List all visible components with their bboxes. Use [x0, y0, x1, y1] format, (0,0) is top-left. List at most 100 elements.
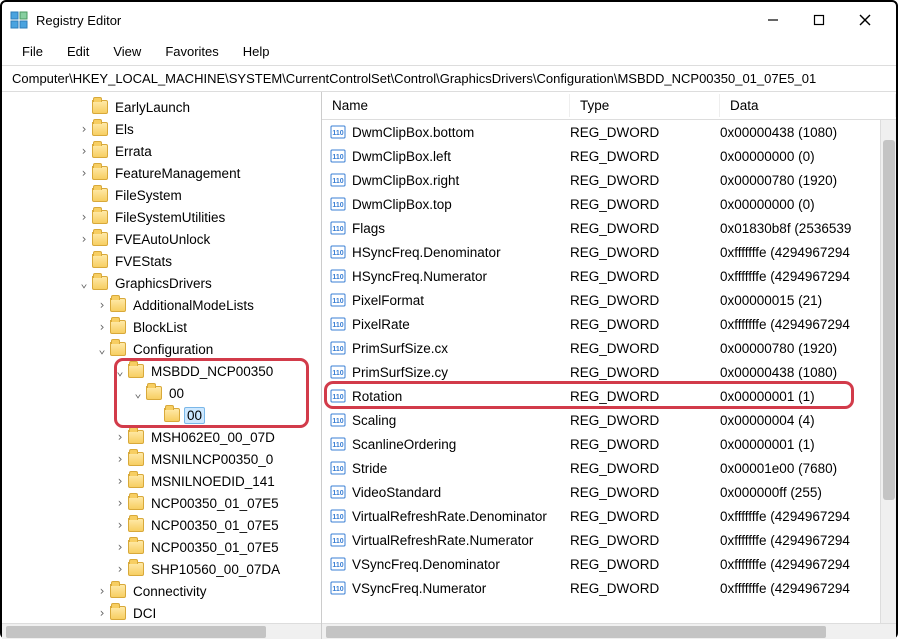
folder-icon [110, 320, 126, 334]
tree-item[interactable]: ›DCI [2, 602, 321, 623]
tree-item-label: 00 [166, 385, 187, 402]
column-data[interactable]: Data [720, 94, 896, 117]
value-row[interactable]: 110PixelFormatREG_DWORD0x00000015 (21) [322, 288, 896, 312]
tree-item[interactable]: ›AdditionalModeLists [2, 294, 321, 316]
expand-icon[interactable]: › [112, 562, 128, 576]
expand-icon[interactable]: › [76, 122, 92, 136]
tree-item[interactable]: ›Els [2, 118, 321, 140]
value-data: 0xfffffffe (4294967294 [720, 533, 896, 548]
minimize-button[interactable] [750, 4, 796, 36]
address-bar[interactable]: Computer\HKEY_LOCAL_MACHINE\SYSTEM\Curre… [2, 66, 896, 92]
value-row[interactable]: 110DwmClipBox.leftREG_DWORD0x00000000 (0… [322, 144, 896, 168]
tree-item[interactable]: ⌄GraphicsDrivers [2, 272, 321, 294]
tree-item[interactable]: ›MSH062E0_00_07D [2, 426, 321, 448]
column-name[interactable]: Name [322, 94, 570, 117]
tree-item[interactable]: ⌄Configuration [2, 338, 321, 360]
values-hscroll[interactable] [322, 623, 896, 639]
value-row[interactable]: 110DwmClipBox.bottomREG_DWORD0x00000438 … [322, 120, 896, 144]
value-row[interactable]: 110VSyncFreq.DenominatorREG_DWORD0xfffff… [322, 552, 896, 576]
tree-item[interactable]: ⌄ 00 [2, 382, 321, 404]
expand-icon[interactable]: › [112, 518, 128, 532]
value-row[interactable]: 110HSyncFreq.NumeratorREG_DWORD0xfffffff… [322, 264, 896, 288]
value-name: Flags [352, 221, 385, 236]
value-row[interactable]: 110VideoStandardREG_DWORD0x000000ff (255… [322, 480, 896, 504]
value-row[interactable]: 110StrideREG_DWORD0x00001e00 (7680) [322, 456, 896, 480]
value-row[interactable]: 110HSyncFreq.DenominatorREG_DWORD0xfffff… [322, 240, 896, 264]
menu-help[interactable]: Help [231, 40, 282, 63]
value-row[interactable]: 110PrimSurfSize.cyREG_DWORD0x00000438 (1… [322, 360, 896, 384]
expand-icon[interactable]: › [94, 606, 110, 620]
menu-favorites[interactable]: Favorites [153, 40, 230, 63]
registry-tree[interactable]: EarlyLaunch›Els›Errata›FeatureManagement… [2, 92, 321, 623]
value-name: PrimSurfSize.cx [352, 341, 448, 356]
expand-icon[interactable]: › [76, 166, 92, 180]
value-row[interactable]: 110ScalingREG_DWORD0x00000004 (4) [322, 408, 896, 432]
value-row[interactable]: 110DwmClipBox.rightREG_DWORD0x00000780 (… [322, 168, 896, 192]
value-name: ScanlineOrdering [352, 437, 456, 452]
tree-hscroll[interactable] [2, 623, 321, 639]
tree-item[interactable]: ›MSNILNOEDID_141 [2, 470, 321, 492]
expand-icon[interactable]: › [112, 540, 128, 554]
value-row[interactable]: 110VSyncFreq.NumeratorREG_DWORD0xfffffff… [322, 576, 896, 600]
expand-icon[interactable]: › [76, 144, 92, 158]
tree-item[interactable]: ›MSNILNCP00350_0 [2, 448, 321, 470]
expand-icon[interactable]: › [94, 584, 110, 598]
tree-item[interactable]: ⌄MSBDD_NCP00350 [2, 360, 321, 382]
value-row[interactable]: 110FlagsREG_DWORD0x01830b8f (2536539 [322, 216, 896, 240]
value-row[interactable]: 110VirtualRefreshRate.DenominatorREG_DWO… [322, 504, 896, 528]
tree-item[interactable]: ›SHP10560_00_07DA [2, 558, 321, 580]
svg-text:110: 110 [332, 442, 343, 449]
values-list[interactable]: 110DwmClipBox.bottomREG_DWORD0x00000438 … [322, 120, 896, 600]
value-name: DwmClipBox.top [352, 197, 452, 212]
value-row[interactable]: 110PixelRateREG_DWORD0xfffffffe (4294967… [322, 312, 896, 336]
tree-item[interactable]: ›Errata [2, 140, 321, 162]
collapse-icon[interactable]: ⌄ [76, 276, 92, 290]
tree-item[interactable]: › FeatureManagement [2, 162, 321, 184]
close-button[interactable] [842, 4, 888, 36]
expand-icon[interactable]: › [94, 298, 110, 312]
svg-text:110: 110 [332, 466, 343, 473]
value-row[interactable]: 110DwmClipBox.topREG_DWORD0x00000000 (0) [322, 192, 896, 216]
column-type[interactable]: Type [570, 94, 720, 117]
value-name: PixelFormat [352, 293, 424, 308]
expand-icon[interactable]: › [76, 232, 92, 246]
value-row[interactable]: 110ScanlineOrderingREG_DWORD0x00000001 (… [322, 432, 896, 456]
tree-item[interactable]: ›NCP00350_01_07E5 [2, 514, 321, 536]
collapse-icon[interactable]: ⌄ [94, 342, 110, 356]
value-row[interactable]: 110PrimSurfSize.cxREG_DWORD0x00000780 (1… [322, 336, 896, 360]
folder-icon [128, 364, 144, 378]
folder-icon [92, 276, 108, 290]
folder-icon [110, 298, 126, 312]
value-data: 0x00000001 (1) [720, 389, 896, 404]
value-name: VideoStandard [352, 485, 441, 500]
tree-item[interactable]: 00 [2, 404, 321, 426]
value-row[interactable]: 110VirtualRefreshRate.NumeratorREG_DWORD… [322, 528, 896, 552]
collapse-icon[interactable]: ⌄ [130, 386, 146, 400]
tree-item[interactable]: FileSystem [2, 184, 321, 206]
menu-file[interactable]: File [10, 40, 55, 63]
collapse-icon[interactable]: ⌄ [112, 364, 128, 378]
value-type: REG_DWORD [570, 461, 720, 476]
tree-item[interactable]: ›FileSystemUtilities [2, 206, 321, 228]
menu-edit[interactable]: Edit [55, 40, 101, 63]
tree-item[interactable]: EarlyLaunch [2, 96, 321, 118]
tree-item[interactable]: ›Connectivity [2, 580, 321, 602]
expand-icon[interactable]: › [76, 210, 92, 224]
tree-item[interactable]: ›NCP00350_01_07E5 [2, 536, 321, 558]
menu-view[interactable]: View [101, 40, 153, 63]
value-row[interactable]: 110RotationREG_DWORD0x00000001 (1) [322, 384, 896, 408]
expand-icon[interactable]: › [112, 452, 128, 466]
values-vscroll[interactable] [880, 120, 896, 623]
tree-item[interactable]: FVEStats [2, 250, 321, 272]
folder-icon [164, 408, 180, 422]
expand-icon[interactable]: › [112, 430, 128, 444]
expand-icon[interactable]: › [94, 320, 110, 334]
tree-item[interactable]: ›BlockList [2, 316, 321, 338]
svg-text:110: 110 [332, 226, 343, 233]
maximize-button[interactable] [796, 4, 842, 36]
tree-item[interactable]: ›NCP00350_01_07E5 [2, 492, 321, 514]
expand-icon[interactable]: › [112, 496, 128, 510]
tree-item[interactable]: ›FVEAutoUnlock [2, 228, 321, 250]
expand-icon[interactable]: › [112, 474, 128, 488]
tree-item-label: FeatureManagement [112, 165, 243, 182]
